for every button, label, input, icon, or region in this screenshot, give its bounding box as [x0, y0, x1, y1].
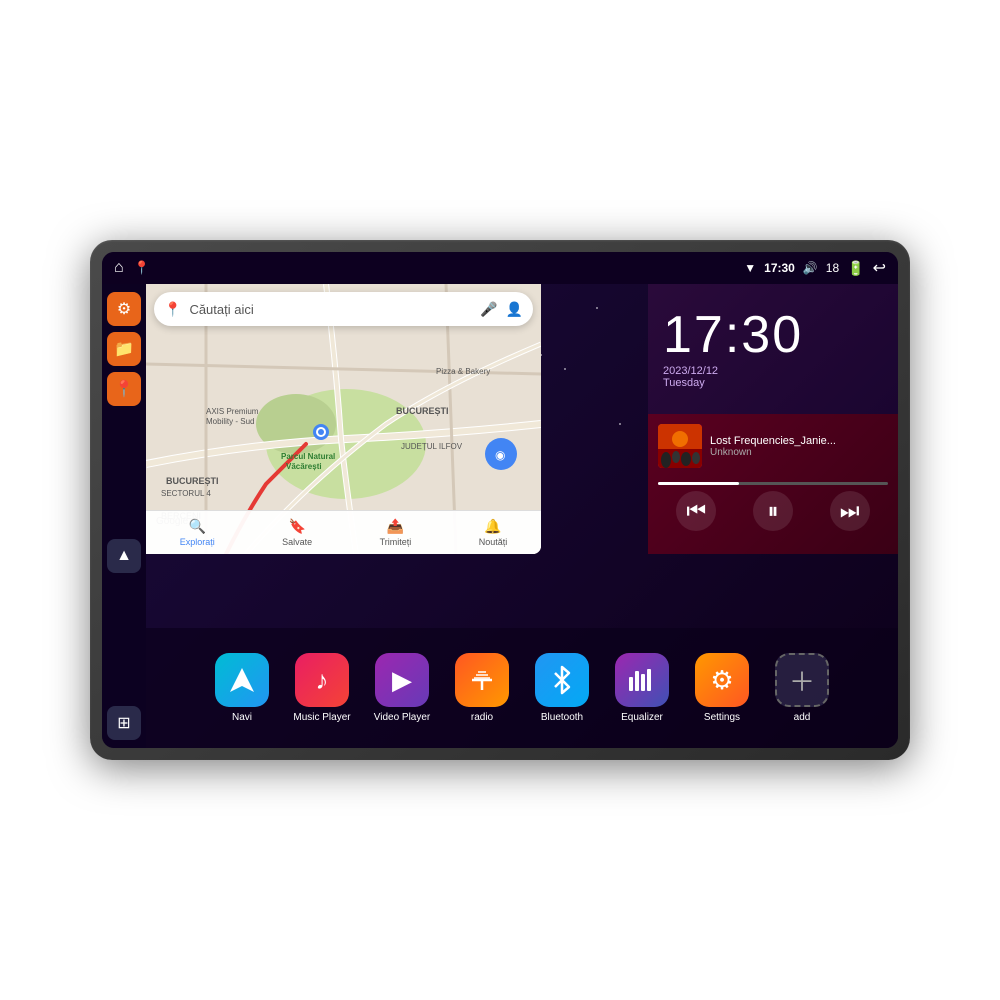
app-grid-area: Navi ♪ Music Player ▶ Video Player [146, 628, 898, 748]
sidebar-item-maps[interactable]: 📍 [107, 372, 141, 406]
account-icon[interactable]: 👤 [506, 301, 523, 318]
map-nav-news[interactable]: 🔔 Noutăți [479, 518, 508, 547]
radio-label: radio [471, 712, 493, 723]
status-right: ▼ 17:30 🔊 18 🔋 ↩ [744, 258, 886, 278]
clock-status: 17:30 [764, 261, 795, 275]
clock-widget: 17:30 2023/12/12 Tuesday [648, 284, 898, 414]
microphone-icon[interactable]: 🎤 [480, 301, 497, 318]
clock-time: 17:30 [663, 309, 803, 361]
grid-icon: ⊞ [117, 713, 130, 733]
prev-track-button[interactable]: ⏮ [676, 491, 716, 531]
app-navi[interactable]: Navi [206, 653, 278, 723]
music-track-info: Lost Frequencies_Janie... Unknown [658, 424, 888, 468]
svg-text:BUCUREȘTI: BUCUREȘTI [396, 406, 449, 416]
sidebar-item-settings[interactable]: ⚙ [107, 292, 141, 326]
screen: ⌂ 📍 ▼ 17:30 🔊 18 🔋 ↩ [102, 252, 898, 748]
add-icon: ＋ [775, 653, 829, 707]
explore-icon: 🔍 [189, 518, 206, 535]
map-nav-saved[interactable]: 🔖 Salvate [282, 518, 312, 547]
sidebar-item-navigation[interactable]: ▲ [107, 539, 141, 573]
navi-label: Navi [232, 712, 252, 723]
date-value: 2023/12/12 [663, 365, 718, 377]
gear-icon: ⚙ [117, 299, 131, 319]
equalizer-label: Equalizer [621, 712, 663, 723]
saved-label: Salvate [282, 537, 312, 547]
next-track-button[interactable]: ⏭ [830, 491, 870, 531]
svg-text:Mobility - Sud: Mobility - Sud [206, 417, 254, 426]
app-radio[interactable]: radio [446, 653, 518, 723]
navigation-arrow-icon: ▲ [116, 547, 132, 565]
music-artist: Unknown [710, 447, 888, 458]
news-icon: 🔔 [484, 518, 501, 535]
svg-text:AXIS Premium: AXIS Premium [206, 407, 259, 416]
status-left: ⌂ 📍 [114, 259, 150, 277]
equalizer-icon [615, 653, 669, 707]
music-progress-bar-container[interactable] [658, 482, 888, 485]
music-progress-indicator [658, 482, 739, 485]
album-art [658, 424, 702, 468]
svg-text:JUDEȚUL ILFOV: JUDEȚUL ILFOV [401, 442, 463, 451]
day-value: Tuesday [663, 377, 705, 389]
music-text: Lost Frequencies_Janie... Unknown [710, 435, 888, 458]
add-label: add [794, 712, 811, 723]
svg-text:SECTORUL 4: SECTORUL 4 [161, 489, 211, 498]
status-bar: ⌂ 📍 ▼ 17:30 🔊 18 🔋 ↩ [102, 252, 898, 284]
map-widget[interactable]: Google AXIS Premium Mobility - Sud Pizza… [146, 284, 541, 554]
app-settings[interactable]: ⚙ Settings [686, 653, 758, 723]
map-nav-send[interactable]: 📤 Trimiteți [380, 518, 412, 547]
settings-icon: ⚙ [695, 653, 749, 707]
maps-icon[interactable]: 📍 [134, 260, 150, 276]
map-pin-icon: 📍 [114, 379, 134, 399]
app-equalizer[interactable]: Equalizer [606, 653, 678, 723]
pause-button[interactable]: ⏸ [753, 491, 793, 531]
video-player-label: Video Player [374, 712, 431, 723]
svg-text:Văcărești: Văcărești [286, 462, 322, 471]
bluetooth-icon [535, 653, 589, 707]
volume-icon: 🔊 [803, 261, 818, 275]
app-grid: Navi ♪ Music Player ▶ Video Player [206, 653, 838, 723]
sidebar: ⚙ 📁 📍 ▲ ⊞ [102, 284, 146, 748]
search-input-text[interactable]: Căutați aici [189, 302, 472, 317]
video-player-icon: ▶ [375, 653, 429, 707]
music-title: Lost Frequencies_Janie... [710, 435, 888, 447]
center-content: Google AXIS Premium Mobility - Sud Pizza… [146, 284, 898, 748]
navi-icon [215, 653, 269, 707]
app-bluetooth[interactable]: Bluetooth [526, 653, 598, 723]
map-search-bar[interactable]: 📍 Căutați aici 🎤 👤 [154, 292, 533, 326]
battery-level: 18 [826, 261, 839, 275]
google-maps-icon: 📍 [164, 301, 181, 318]
svg-text:Parcul Natural: Parcul Natural [281, 452, 335, 461]
app-music-player[interactable]: ♪ Music Player [286, 653, 358, 723]
saved-icon: 🔖 [288, 518, 305, 535]
music-widget: Lost Frequencies_Janie... Unknown ⏮ ⏸ ⏭ [648, 414, 898, 554]
bluetooth-label: Bluetooth [541, 712, 583, 723]
news-label: Noutăți [479, 537, 508, 547]
map-bottom-bar: 🔍 Explorați 🔖 Salvate 📤 Trimiteți � [146, 510, 541, 554]
sidebar-item-grid[interactable]: ⊞ [107, 706, 141, 740]
explore-label: Explorați [180, 537, 215, 547]
clock-date: 2023/12/12 Tuesday [663, 365, 718, 389]
battery-icon: 🔋 [847, 260, 864, 277]
back-icon[interactable]: ↩ [873, 258, 886, 278]
app-add[interactable]: ＋ add [766, 653, 838, 723]
sidebar-item-files[interactable]: 📁 [107, 332, 141, 366]
folder-icon: 📁 [114, 339, 134, 359]
map-nav-explore[interactable]: 🔍 Explorați [180, 518, 215, 547]
music-player-icon: ♪ [295, 653, 349, 707]
settings-label: Settings [704, 712, 740, 723]
svg-text:Pizza & Bakery: Pizza & Bakery [436, 367, 490, 376]
radio-icon [455, 653, 509, 707]
home-icon[interactable]: ⌂ [114, 259, 124, 277]
main-area: ⚙ 📁 📍 ▲ ⊞ [102, 284, 898, 748]
wifi-icon: ▼ [744, 261, 756, 275]
music-controls: ⏮ ⏸ ⏭ [658, 491, 888, 531]
svg-text:◉: ◉ [495, 448, 505, 462]
svg-text:BUCUREȘTI: BUCUREȘTI [166, 476, 219, 486]
device-body: ⌂ 📍 ▼ 17:30 🔊 18 🔋 ↩ [90, 240, 910, 760]
send-label: Trimiteți [380, 537, 412, 547]
send-icon: 📤 [387, 518, 404, 535]
music-player-label: Music Player [293, 712, 350, 723]
app-video-player[interactable]: ▶ Video Player [366, 653, 438, 723]
